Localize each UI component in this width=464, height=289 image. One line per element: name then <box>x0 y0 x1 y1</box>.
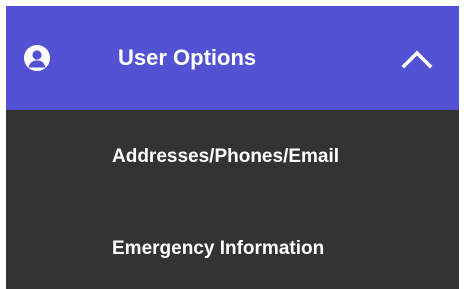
user-options-title: User Options <box>118 45 257 70</box>
menu-item-emergency-information[interactable]: Emergency Information <box>6 204 459 289</box>
menu-item-addresses-phones-email[interactable]: Addresses/Phones/Email <box>6 112 459 202</box>
user-options-menu: Addresses/Phones/Email Emergency Informa… <box>6 110 459 289</box>
user-options-header[interactable]: User Options <box>6 6 459 110</box>
menu-item-label: Emergency Information <box>112 238 325 259</box>
user-options-panel: User Options Addresses/Phones/Email Emer… <box>0 0 464 289</box>
menu-item-label: Addresses/Phones/Email <box>112 146 340 167</box>
chevron-up-icon[interactable] <box>396 44 438 72</box>
user-circle-icon <box>24 45 50 71</box>
